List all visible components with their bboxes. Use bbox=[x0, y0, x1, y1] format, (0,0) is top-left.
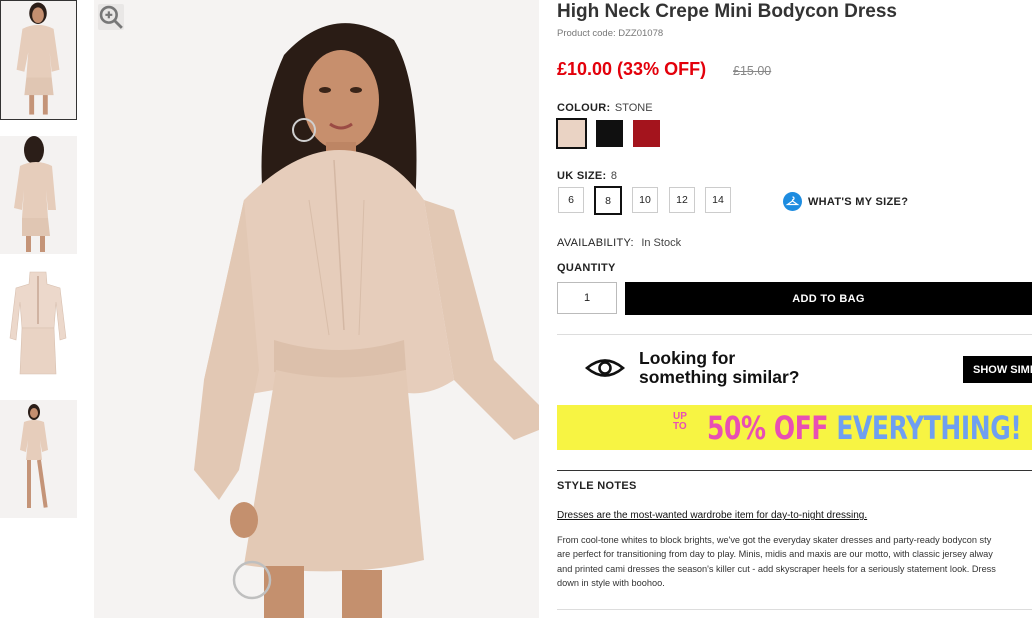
product-title: High Neck Crepe Mini Bodycon Dress bbox=[557, 1, 897, 22]
availability-label: AVAILABILITY: bbox=[557, 237, 634, 249]
availability-value: In Stock bbox=[641, 237, 682, 249]
size-label: UK SIZE: bbox=[557, 170, 607, 182]
quantity-input[interactable] bbox=[557, 282, 617, 314]
promo-percent: 50% OFF bbox=[707, 409, 829, 447]
promo-banner[interactable]: UP TO 50% OFF EVERYTHING! bbox=[557, 405, 1032, 450]
size-option-10[interactable]: 10 bbox=[632, 187, 658, 213]
sale-price: £10.00 (33% OFF) bbox=[557, 59, 707, 79]
swatch-stone[interactable] bbox=[556, 118, 587, 149]
hanger-icon bbox=[783, 192, 802, 211]
style-notes-line: From cool-tone whites to block brights, … bbox=[557, 535, 992, 545]
size-option-12[interactable]: 12 bbox=[669, 187, 695, 213]
colour-label-row: COLOUR: STONE bbox=[557, 98, 653, 116]
thumbnail-flat[interactable] bbox=[0, 262, 77, 384]
style-notes-line: are perfect for transitioning from day t… bbox=[557, 549, 993, 560]
swatch-red[interactable] bbox=[633, 120, 660, 147]
size-option-8[interactable]: 8 bbox=[594, 186, 622, 215]
style-notes-line: down in style with boohoo. bbox=[557, 577, 665, 588]
size-value: 8 bbox=[610, 170, 618, 182]
zoom-icon bbox=[99, 5, 123, 29]
availability-row: AVAILABILITY: In Stock bbox=[557, 233, 681, 251]
size-option-14[interactable]: 14 bbox=[705, 187, 731, 213]
show-similar-button[interactable]: SHOW SIMI bbox=[963, 356, 1032, 383]
thumbnail-back[interactable] bbox=[0, 136, 77, 254]
add-to-bag-button[interactable]: ADD TO BAG bbox=[625, 282, 1032, 315]
promo-rest: EVERYTHING! bbox=[828, 409, 1022, 447]
size-label-row: UK SIZE: 8 bbox=[557, 166, 617, 184]
thumbnail-front[interactable] bbox=[0, 0, 77, 120]
colour-value: STONE bbox=[614, 102, 653, 114]
swatch-black[interactable] bbox=[596, 120, 623, 147]
thumbnail-flat-image bbox=[0, 262, 77, 384]
quantity-label: QUANTITY bbox=[557, 262, 616, 274]
similar-line-2: something similar? bbox=[639, 367, 800, 387]
divider-top bbox=[557, 334, 1032, 335]
promo-headline: 50% OFF EVERYTHING! bbox=[707, 409, 1022, 447]
main-product-image[interactable] bbox=[94, 0, 539, 618]
similar-line-1: Looking for bbox=[639, 348, 736, 368]
eye-icon bbox=[585, 359, 625, 377]
similar-products-prompt: Looking for something similar? bbox=[585, 349, 799, 387]
thumbnail-front-image bbox=[1, 1, 76, 119]
colour-label: COLOUR: bbox=[557, 102, 611, 114]
zoom-button[interactable] bbox=[98, 4, 124, 30]
thumbnail-back-image bbox=[0, 136, 77, 254]
divider-style-notes bbox=[557, 470, 1032, 471]
promo-upto: UP TO bbox=[673, 411, 687, 432]
style-notes-body: From cool-tone whites to block brights, … bbox=[557, 533, 1032, 590]
divider-bottom bbox=[557, 609, 1032, 610]
model-illustration bbox=[94, 0, 539, 618]
product-code: Product code: DZZ01078 bbox=[557, 28, 664, 39]
thumbnail-full-length[interactable] bbox=[0, 400, 77, 518]
style-notes-label: STYLE NOTES bbox=[557, 480, 637, 492]
style-notes-headline: Dresses are the most-wanted wardrobe ite… bbox=[557, 510, 868, 521]
style-notes-line: and printed cami dresses the season's ki… bbox=[557, 563, 996, 574]
size-option-6[interactable]: 6 bbox=[558, 187, 584, 213]
thumbnail-full-length-image bbox=[0, 400, 77, 518]
size-guide-link[interactable]: WHAT'S MY SIZE? bbox=[783, 192, 908, 211]
size-guide-label: WHAT'S MY SIZE? bbox=[808, 195, 909, 208]
original-price: £15.00 bbox=[733, 64, 772, 78]
